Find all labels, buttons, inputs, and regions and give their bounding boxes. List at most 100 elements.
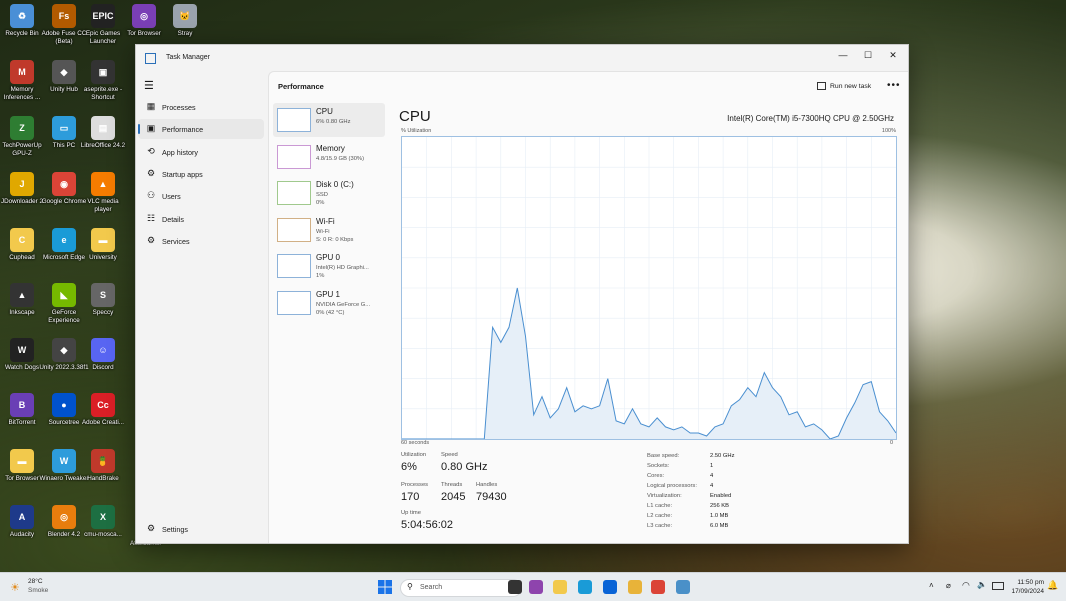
perf-item-name: GPU 0 (316, 253, 341, 262)
chrome-icon[interactable] (651, 580, 665, 594)
desktop-icon[interactable]: ▬ University (78, 228, 128, 262)
maximize-button[interactable]: ☐ (856, 48, 880, 62)
sidebar-item-settings[interactable]: ⚙ Settings (138, 519, 264, 539)
page-title: Performance (278, 82, 324, 91)
notification-bell-icon[interactable]: 🔔 (1047, 580, 1058, 591)
more-options-button[interactable]: ••• (887, 80, 901, 91)
y-axis-max: 100% (881, 128, 896, 134)
speed-label: Speed (441, 452, 458, 458)
sidebar-item-label: Details (162, 214, 184, 224)
perf-item-memory[interactable]: Memory 4.8/15.9 GB (30%) (273, 140, 385, 174)
folder-icon[interactable] (628, 580, 642, 594)
sidebar-item-services[interactable]: ⚙ Services (138, 231, 264, 251)
sidebar-item-performance[interactable]: ▣ Performance (138, 119, 264, 140)
desktop-icon[interactable]: Cc Adobe Creati... (78, 393, 128, 427)
app-icon: Fs (52, 4, 76, 28)
perf-item-detail: NVIDIA GeForce G... 0% (42 °C) (316, 301, 370, 317)
sidebar-icon: ⚙ (146, 234, 156, 245)
perf-item-gpu-1[interactable]: GPU 1 NVIDIA GeForce G... 0% (42 °C) (273, 286, 385, 320)
perf-item-sub1: Wi-Fi (316, 228, 330, 235)
cpu-utilization-graph (401, 136, 897, 440)
processes-label: Processes (401, 482, 429, 488)
perf-item-detail: 4.8/15.9 GB (30%) (316, 155, 364, 163)
app-icon: M (10, 60, 34, 84)
app-icon: ☺ (91, 338, 115, 362)
sidebar: ☰ ▦ Processes ▣ Performance ⟲ App history ⚙ Sta… (136, 71, 268, 543)
volume-icon[interactable]: 🔈 (977, 580, 987, 589)
perf-item-wi-fi[interactable]: Wi-Fi Wi-Fi S: 0 R: 0 Kbps (273, 213, 385, 247)
search-box[interactable]: ⚲ Search (400, 579, 522, 597)
threads-value: 2045 (441, 491, 466, 503)
app-icon: Z (10, 116, 34, 140)
window-title: Task Manager (166, 54, 210, 61)
desktop-icon[interactable]: ▤ LibreOffice 24.2 (78, 116, 128, 150)
task-manager-icon (145, 53, 156, 64)
app-icon: e (52, 228, 76, 252)
desktop-icon[interactable]: S Speccy (78, 283, 128, 317)
spec-value: Enabled (710, 493, 732, 499)
network-icon[interactable]: ⌀ (946, 581, 951, 590)
sidebar-item-app-history[interactable]: ⟲ App history (138, 142, 264, 162)
perf-item-disk-0-c[interactable]: Disk 0 (C:) SSD 0% (273, 176, 385, 210)
desktop-icon-label: Speccy (92, 309, 114, 316)
run-new-task-label: Run new task (830, 82, 872, 90)
y-axis-label: % Utilization (401, 128, 432, 134)
perf-item-detail: 6% 0.80 GHz (316, 118, 350, 126)
task-manager-icon[interactable] (676, 580, 690, 594)
widgets-icon[interactable] (529, 580, 543, 594)
store-icon[interactable] (603, 580, 617, 594)
wifi-icon[interactable]: ◠ (962, 580, 970, 591)
desktop-icon-label: Stray (177, 30, 193, 37)
clock[interactable]: 11:50 pm 17/09/2024 (1008, 578, 1044, 596)
perf-thumbnail-graph (277, 181, 311, 205)
perf-thumbnail-graph (277, 144, 311, 169)
edge-icon[interactable] (578, 580, 592, 594)
sidebar-item-users[interactable]: ⚇ Users (138, 186, 264, 206)
perf-item-name: Disk 0 (C:) (316, 180, 354, 189)
app-icon: ♻ (10, 4, 34, 28)
perf-item-cpu[interactable]: CPU 6% 0.80 GHz (273, 103, 385, 137)
processes-value: 170 (401, 491, 420, 503)
minimize-button[interactable]: — (831, 48, 855, 62)
task-view-icon[interactable] (508, 580, 522, 594)
app-icon: B (10, 393, 34, 417)
uptime-value: 5:04:56:02 (401, 519, 453, 531)
app-icon: S (91, 283, 115, 307)
sidebar-item-startup-apps[interactable]: ⚙ Startup apps (138, 164, 264, 184)
battery-icon[interactable] (992, 582, 1004, 590)
title-bar[interactable]: Task Manager — ☐ ✕ (136, 45, 908, 71)
spec-value: 2.50 GHz (710, 453, 735, 459)
perf-item-sub1: SSD (316, 192, 328, 198)
task-manager-window: Task Manager — ☐ ✕ ☰ ▦ Processes ▣ Performa… (135, 44, 909, 544)
spec-label: Virtualization: (647, 493, 682, 499)
spec-label: L3 cache: (647, 523, 673, 529)
desktop-icon[interactable]: Xcmu-mosca... (78, 505, 128, 539)
desktop-icon[interactable]: ▣ aseprite.exe - Shortcut (78, 60, 128, 102)
app-icon: ◉ (52, 172, 76, 196)
menu-icon[interactable]: ☰ (144, 79, 154, 92)
app-icon: ▣ (91, 60, 115, 84)
sidebar-item-label: Processes (162, 103, 196, 112)
sidebar-item-label: Services (162, 236, 190, 246)
desktop-icon[interactable]: 🐱 Stray (160, 4, 210, 38)
spec-label: Base speed: (647, 453, 680, 459)
file-explorer-icon[interactable] (553, 580, 567, 594)
sidebar-item-processes[interactable]: ▦ Processes (138, 97, 264, 117)
gear-icon: ⚙ (146, 523, 156, 533)
perf-item-sub2: 0% (316, 200, 325, 206)
close-button[interactable]: ✕ (881, 48, 905, 62)
sidebar-item-details[interactable]: ☷ Details (138, 209, 264, 229)
start-button[interactable] (378, 580, 392, 594)
perf-item-gpu-0[interactable]: GPU 0 Intel(R) HD Graphi... 1% (273, 249, 385, 283)
spec-label: L2 cache: (647, 513, 673, 519)
perf-item-sub2: 0% (42 °C) (316, 309, 345, 316)
desktop-icon[interactable]: ▲ VLC media player (78, 172, 128, 214)
desktop-icon[interactable]: 🍍 HandBrake (78, 449, 128, 483)
sidebar-icon: ▣ (146, 123, 156, 134)
spec-label: L1 cache: (647, 503, 673, 509)
utilization-label: Utilization (401, 452, 427, 458)
perf-item-sub2: S: 0 R: 0 Kbps (316, 236, 354, 243)
run-new-task-button[interactable]: Run new task (817, 82, 871, 90)
tray-chevron-icon[interactable]: ˄ (929, 581, 934, 590)
desktop-icon[interactable]: ☺ Discord (78, 338, 128, 372)
